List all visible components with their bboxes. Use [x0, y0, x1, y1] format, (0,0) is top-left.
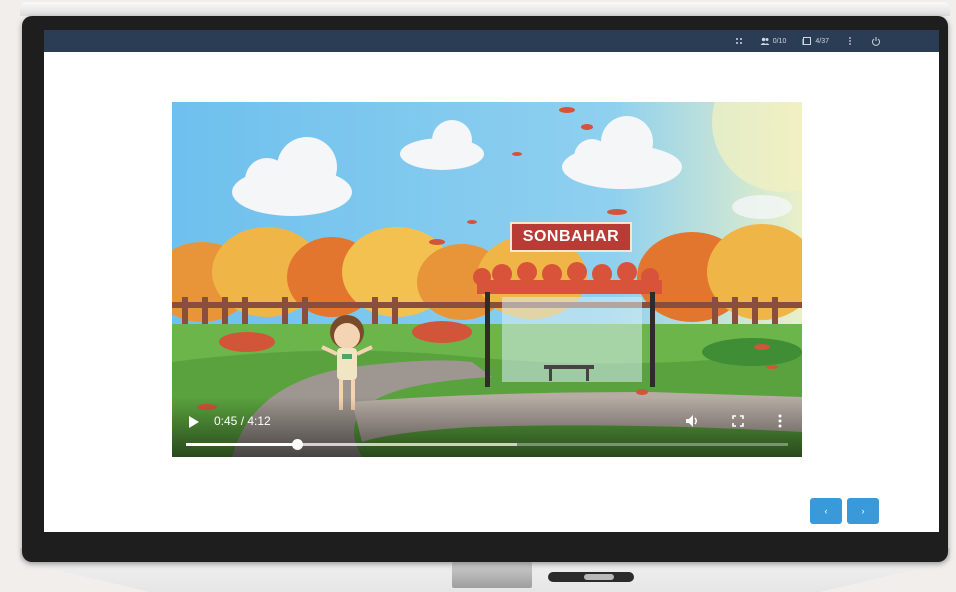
- video-time: 0:45 / 4:12: [214, 414, 271, 428]
- video-player[interactable]: SONBAHAR 0:45 / 4:12: [172, 102, 802, 457]
- progress-bar[interactable]: [186, 439, 788, 450]
- pages-indicator[interactable]: 4/37: [802, 36, 829, 46]
- participants-count: 0/10: [772, 37, 787, 45]
- more-vertical-icon: [778, 414, 782, 428]
- more-vertical-icon: [845, 36, 855, 46]
- presentation-screen: 0/10 4/37 SONBAHAR 0:45 / 4:12 ‹ ›: [44, 30, 939, 532]
- top-toolbar: 0/10 4/37: [44, 30, 939, 52]
- fullscreen-button[interactable]: [730, 413, 746, 429]
- power-icon: [871, 36, 881, 46]
- play-button[interactable]: [188, 415, 200, 429]
- pages-icon: [802, 36, 812, 46]
- more-menu-button[interactable]: [845, 36, 855, 46]
- pen-tray: [548, 572, 634, 582]
- volume-icon: [686, 415, 697, 427]
- drag-icon: [734, 36, 744, 46]
- next-slide-button[interactable]: ›: [847, 498, 879, 524]
- bus-stop-sign: SONBAHAR: [510, 222, 632, 252]
- progress-played: [186, 443, 298, 446]
- participants-indicator[interactable]: 0/10: [760, 36, 787, 46]
- drag-handle[interactable]: [734, 36, 744, 46]
- monitor-top-trim: [20, 2, 950, 16]
- power-button[interactable]: [871, 36, 881, 46]
- page-count: 4/37: [815, 37, 829, 45]
- video-controls: 0:45 / 4:12: [172, 397, 802, 457]
- progress-thumb[interactable]: [292, 439, 304, 450]
- volume-button[interactable]: [684, 413, 700, 429]
- video-options-button[interactable]: [772, 413, 788, 429]
- previous-slide-button[interactable]: ‹: [810, 498, 842, 524]
- play-icon: [189, 416, 199, 428]
- fullscreen-icon: [732, 415, 744, 427]
- people-icon: [760, 36, 770, 46]
- camera-module: [452, 562, 532, 588]
